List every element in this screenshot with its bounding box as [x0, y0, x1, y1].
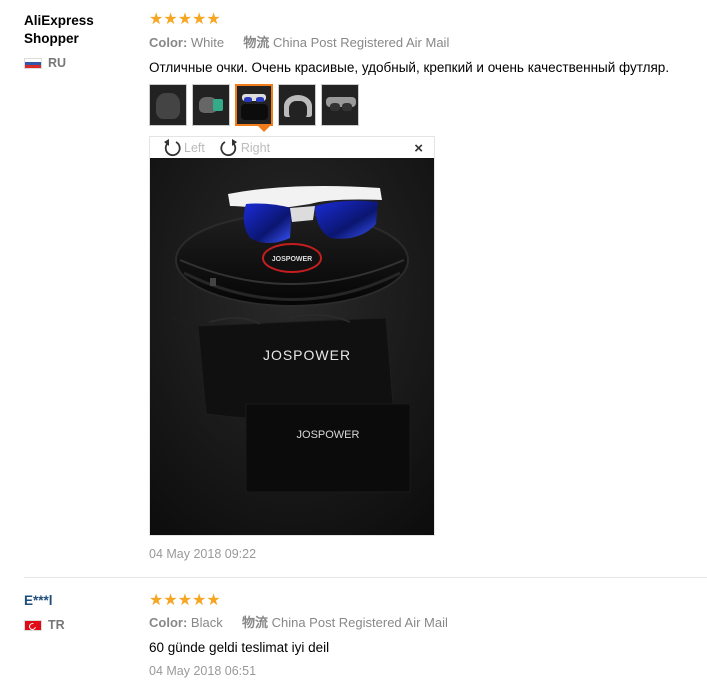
- reviewer-name: AliExpress Shopper: [24, 13, 94, 46]
- review-date: 04 May 2018 09:22: [149, 547, 257, 561]
- rotate-left-button[interactable]: Left: [162, 138, 205, 158]
- review-content: ★★★★★ Color: White 物流 China Post Registe…: [149, 11, 707, 126]
- photo-thumbnails: [149, 84, 707, 126]
- rotate-right-label: Right: [240, 140, 271, 155]
- shipping-label: 物流: [243, 35, 270, 50]
- photo-thumbnail[interactable]: [278, 84, 316, 126]
- star-rating: ★★★★★: [149, 11, 221, 28]
- reviewer-country: TR: [24, 618, 65, 632]
- review-photo[interactable]: JOSPOWER JOSPOWER JOSPOWER: [150, 158, 434, 535]
- rotate-right-button[interactable]: Right: [219, 138, 270, 158]
- reviewer-info: AliExpress Shopper RU: [24, 12, 124, 70]
- photo-viewer: Left Right × JOSPOWER JOSPOWER JOSPOWER: [149, 136, 435, 536]
- color-label: Color:: [149, 35, 188, 50]
- photo-thumbnail[interactable]: [149, 84, 187, 126]
- case-brand-logo: JOSPOWER: [272, 256, 312, 263]
- close-viewer-button[interactable]: ×: [414, 140, 423, 157]
- sunglasses-photo-image: JOSPOWER JOSPOWER JOSPOWER: [150, 158, 434, 535]
- reviewer-country: RU: [24, 56, 66, 70]
- star-rating: ★★★★★: [149, 592, 221, 609]
- review-date: 04 May 2018 06:51: [149, 664, 257, 678]
- rotate-left-icon: [164, 138, 181, 156]
- shipping-label: 物流: [241, 615, 268, 630]
- review-item: E***l TR ★★★★★ Color: Black 物流 China Pos…: [0, 578, 707, 689]
- viewer-toolbar: Left Right: [150, 137, 434, 158]
- color-label: Color:: [149, 615, 188, 630]
- pouch-brand-text: JOSPOWER: [263, 347, 351, 363]
- country-code: TR: [48, 618, 65, 632]
- photo-thumbnail-selected[interactable]: [235, 84, 273, 126]
- rotate-left-label: Left: [184, 140, 205, 155]
- review-content: ★★★★★ Color: Black 物流 China Post Registe…: [149, 592, 707, 679]
- reviewer-info: E***l TR: [24, 592, 124, 632]
- country-code: RU: [48, 56, 67, 70]
- order-info: Color: Black 物流 China Post Registered Ai…: [149, 615, 707, 631]
- review-text: Отличные очки. Очень красивые, удобный, …: [149, 60, 670, 75]
- cloth-brand-text: JOSPOWER: [297, 429, 360, 441]
- selected-thumbnail-indicator: [257, 125, 271, 132]
- review-text: 60 günde geldi teslimat iyi deil: [149, 640, 330, 655]
- color-value: White: [190, 35, 225, 50]
- shipping-value: China Post Registered Air Mail: [271, 615, 448, 630]
- russia-flag-icon: [24, 57, 42, 69]
- rotate-right-icon: [220, 138, 237, 156]
- shipping-value: China Post Registered Air Mail: [273, 35, 450, 50]
- photo-thumbnail[interactable]: [321, 84, 359, 126]
- order-info: Color: White 物流 China Post Registered Ai…: [149, 35, 707, 51]
- turkey-flag-icon: [24, 619, 42, 631]
- color-value: Black: [190, 615, 223, 630]
- review-item: AliExpress Shopper RU ★★★★★ Color: White…: [0, 0, 707, 577]
- photo-thumbnail[interactable]: [192, 84, 230, 126]
- reviewer-name[interactable]: E***l: [24, 592, 124, 610]
